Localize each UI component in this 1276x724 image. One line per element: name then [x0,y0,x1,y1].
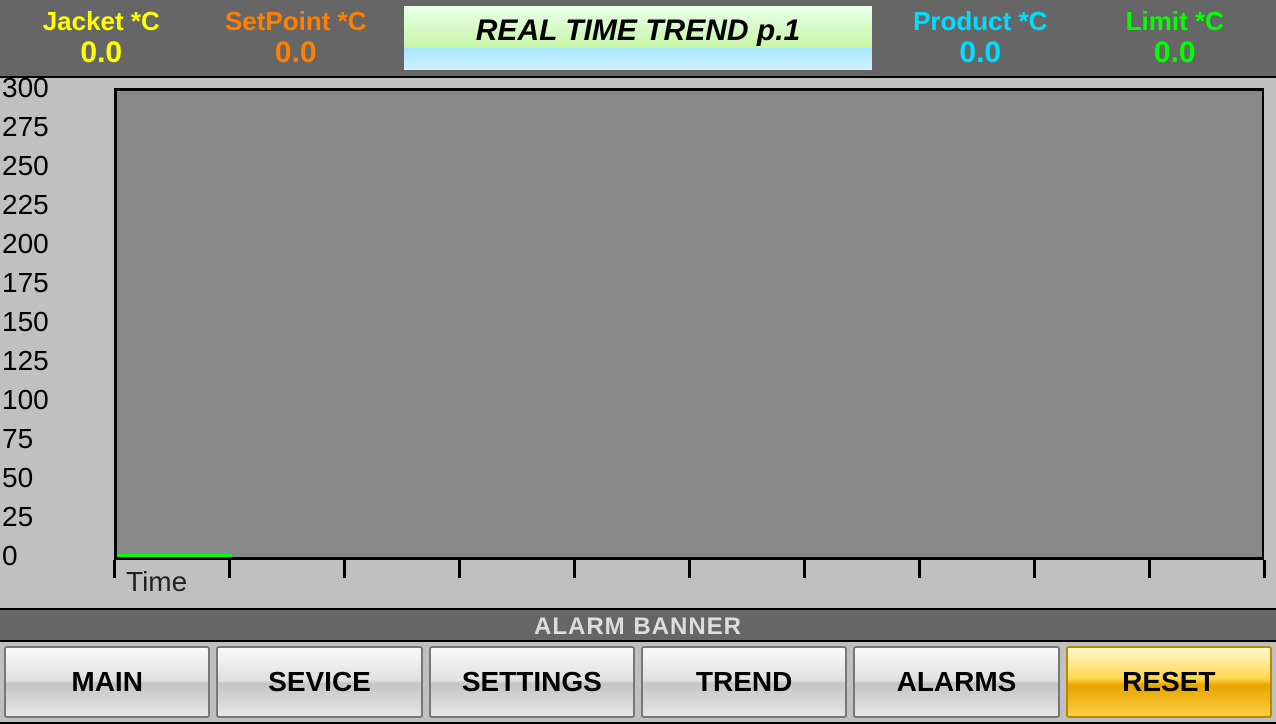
chart-area: 3002752502252001751501251007550250 Time [0,78,1276,608]
trend-data-line [117,554,232,557]
x-axis-ticks [114,560,1264,580]
y-tick-label: 250 [0,150,49,182]
nav-service-button[interactable]: SEVICE [216,646,422,718]
y-tick-label: 150 [0,306,49,338]
y-tick: 50 [0,462,114,494]
nav-bar: MAIN SEVICE SETTINGS TREND ALARMS RESET [0,642,1276,724]
y-tick-label: 275 [0,111,49,143]
page-title-button[interactable]: REAL TIME TREND p.1 [403,5,873,71]
y-tick-label: 125 [0,345,49,377]
y-tick-label: 50 [0,462,33,494]
metric-jacket-value: 0.0 [4,36,199,69]
y-axis: 3002752502252001751501251007550250 [0,78,114,568]
metric-product-value: 0.0 [883,36,1078,69]
y-tick: 275 [0,111,114,143]
nav-main-button[interactable]: MAIN [4,646,210,718]
y-tick-label: 0 [0,540,18,572]
metric-jacket-label: Jacket *C [4,7,199,36]
metric-limit-label: Limit *C [1078,7,1273,36]
y-tick-label: 75 [0,423,33,455]
y-tick: 100 [0,384,114,416]
y-tick-label: 200 [0,228,49,260]
nav-alarms-button[interactable]: ALARMS [853,646,1059,718]
y-tick: 300 [0,78,114,104]
y-tick: 250 [0,150,114,182]
metric-limit-value: 0.0 [1078,36,1273,69]
y-tick-label: 100 [0,384,49,416]
y-tick: 75 [0,423,114,455]
y-tick-label: 225 [0,189,49,221]
metric-product-label: Product *C [883,7,1078,36]
y-tick-label: 300 [0,78,49,104]
nav-trend-button[interactable]: TREND [641,646,847,718]
metric-setpoint: SetPoint *C 0.0 [199,7,394,69]
y-tick: 175 [0,267,114,299]
metric-setpoint-value: 0.0 [199,36,394,69]
metric-setpoint-label: SetPoint *C [199,7,394,36]
y-tick: 200 [0,228,114,260]
header-bar: Jacket *C 0.0 SetPoint *C 0.0 REAL TIME … [0,0,1276,78]
nav-settings-button[interactable]: SETTINGS [429,646,635,718]
y-tick: 25 [0,501,114,533]
metric-jacket: Jacket *C 0.0 [4,7,199,69]
page-title-text: REAL TIME TREND p.1 [476,14,800,48]
trend-plot[interactable] [114,88,1264,560]
y-tick-label: 25 [0,501,33,533]
x-axis-label: Time [126,566,187,598]
nav-reset-button[interactable]: RESET [1066,646,1272,718]
y-tick: 0 [0,540,114,572]
y-tick: 150 [0,306,114,338]
alarm-banner[interactable]: ALARM BANNER [0,608,1276,642]
metric-product: Product *C 0.0 [883,7,1078,69]
y-tick-label: 175 [0,267,49,299]
y-tick: 125 [0,345,114,377]
y-tick: 225 [0,189,114,221]
metric-limit: Limit *C 0.0 [1078,7,1273,69]
